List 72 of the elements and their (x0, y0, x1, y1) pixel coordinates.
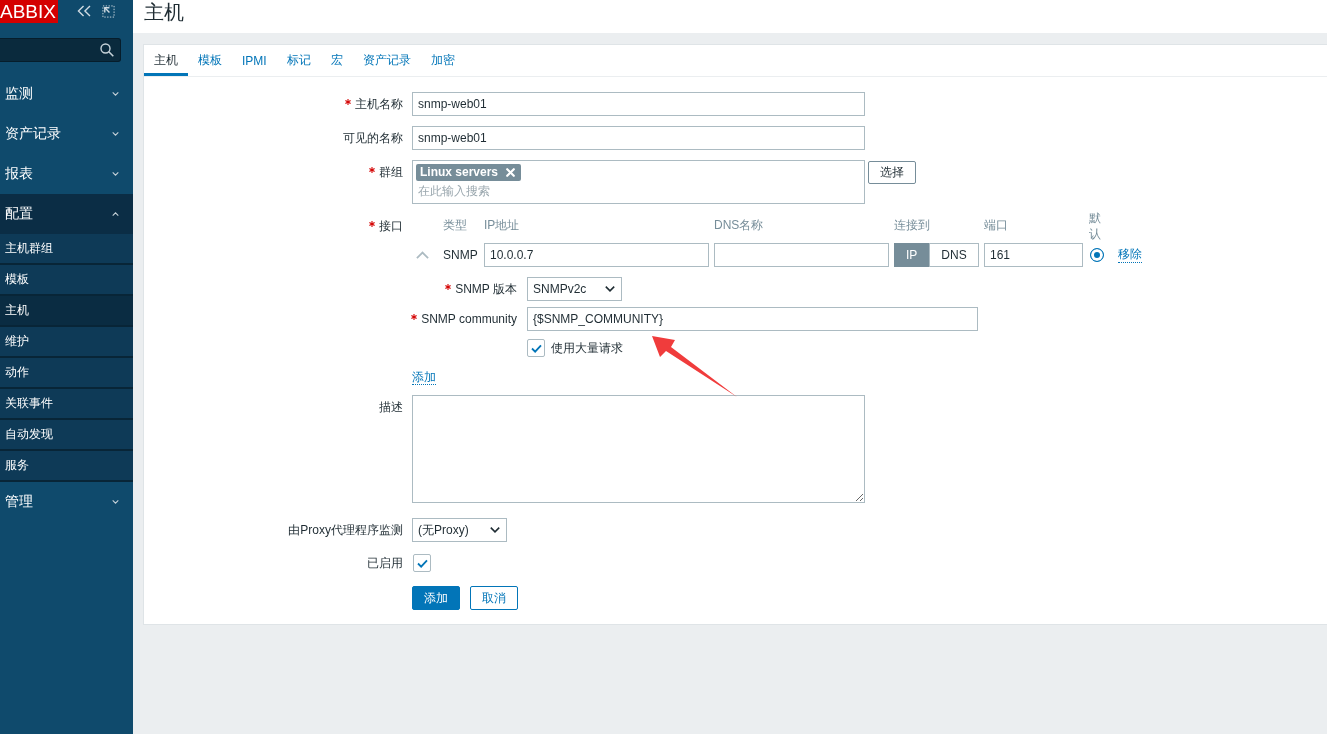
field-label: 描述 (379, 399, 403, 416)
snmp-version-select[interactable]: SNMPv2c (527, 277, 622, 301)
select-button[interactable]: 选择 (868, 161, 916, 184)
column-header: 连接到 (894, 216, 931, 233)
chevron-down-icon (490, 527, 500, 533)
chevron-down-icon (112, 132, 119, 136)
logo[interactable]: ABBIX (0, 0, 58, 23)
checkbox-label: 使用大量请求 (551, 339, 623, 357)
column-header: 类型 (443, 216, 468, 233)
column-header: 端口 (984, 216, 1009, 233)
field-label: 可见的名称 (343, 130, 403, 147)
tab[interactable]: 宏 (320, 45, 353, 76)
menu-item[interactable]: 配置 (0, 194, 133, 234)
tag-label: Linux servers (420, 164, 499, 181)
corner-arrow-icon[interactable] (102, 5, 115, 18)
field-label: 接口 (379, 218, 403, 235)
check-icon (530, 343, 542, 353)
menu-item[interactable]: 报表 (0, 154, 133, 194)
tab[interactable]: 主机 (144, 45, 188, 76)
submenu-item[interactable]: 自动发现 (0, 420, 133, 451)
submenu-item[interactable]: 服务 (0, 451, 133, 482)
dns-name-field[interactable] (714, 243, 889, 267)
chevron-down-icon (112, 500, 119, 504)
snmp-community-field[interactable]: {$SNMP_COMMUNITY} (527, 307, 978, 331)
page-title: 主机 (144, 0, 185, 24)
checkbox[interactable] (527, 339, 545, 357)
submenu-item[interactable]: 动作 (0, 358, 133, 389)
ip-address-field[interactable]: 10.0.0.7 (484, 243, 709, 267)
host-name-field[interactable]: snmp-web01 (412, 92, 865, 116)
menu-item[interactable]: 管理 (0, 482, 133, 522)
search-field[interactable] (0, 38, 121, 62)
submenu-item[interactable]: 主机群组 (0, 234, 133, 265)
column-header: IP地址 (484, 216, 521, 233)
submenu-item[interactable]: 维护 (0, 327, 133, 358)
field-label: 已启用 (367, 555, 403, 572)
tab[interactable]: 标记 (276, 45, 321, 76)
field-label: SNMP community (421, 311, 517, 328)
tab[interactable]: IPMI (232, 45, 277, 76)
submenu-item[interactable]: 主机 (0, 296, 133, 327)
close-icon[interactable] (506, 168, 516, 177)
tab[interactable]: 资产记录 (352, 45, 421, 76)
description-field[interactable] (412, 395, 865, 503)
tab[interactable]: 模板 (188, 45, 232, 76)
menu-item[interactable]: 监测 (0, 74, 133, 114)
visible-name-field[interactable]: snmp-web01 (412, 126, 865, 150)
column-header: DNS名称 (714, 216, 765, 233)
cancel-button[interactable]: 取消 (470, 586, 518, 610)
check-icon (416, 558, 428, 568)
chevron-down-icon (112, 92, 119, 96)
tab[interactable]: 加密 (420, 45, 465, 76)
field-label: 主机名称 (355, 96, 403, 113)
checkbox[interactable] (413, 554, 431, 572)
add-button[interactable]: 添加 (412, 586, 460, 610)
radio-button[interactable] (1090, 248, 1104, 262)
add-link[interactable]: 添加 (412, 370, 436, 385)
port-field[interactable]: 161 (984, 243, 1083, 267)
double-chevron-left-icon[interactable] (77, 5, 91, 17)
field-label: 群组 (379, 164, 403, 181)
column-header: 默认 (1089, 210, 1101, 242)
submenu-item[interactable]: 关联事件 (0, 389, 133, 420)
chevron-down-icon (112, 172, 119, 176)
submenu-item[interactable]: 模板 (0, 265, 133, 296)
interface-type: SNMP (443, 247, 478, 264)
connect-toggle[interactable]: DNS (929, 243, 979, 267)
search-icon[interactable] (100, 43, 114, 57)
proxy-select[interactable]: (无Proxy) (412, 518, 507, 542)
field-label: SNMP 版本 (455, 281, 517, 298)
remove-link[interactable]: 移除 (1118, 247, 1142, 263)
chevron-down-icon (605, 286, 615, 292)
field-label: 由Proxy代理程序监测 (288, 522, 403, 539)
chevron-up-icon (112, 212, 119, 216)
menu-item[interactable]: 资产记录 (0, 114, 133, 154)
